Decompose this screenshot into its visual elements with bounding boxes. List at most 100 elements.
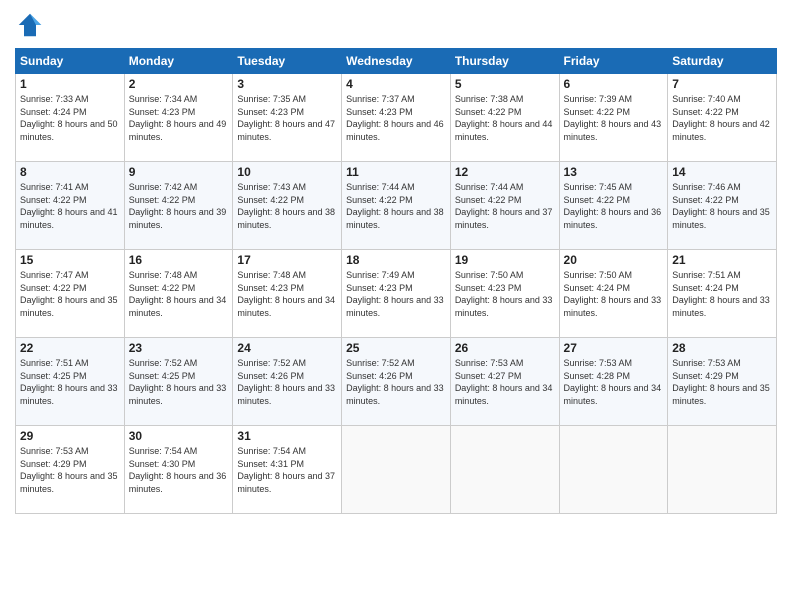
weekday-header-friday: Friday xyxy=(559,49,668,74)
day-info: Sunrise: 7:33 AMSunset: 4:24 PMDaylight:… xyxy=(20,94,118,142)
calendar-cell: 18 Sunrise: 7:49 AMSunset: 4:23 PMDaylig… xyxy=(342,250,451,338)
calendar-cell xyxy=(450,426,559,514)
day-info: Sunrise: 7:48 AMSunset: 4:23 PMDaylight:… xyxy=(237,270,335,318)
day-info: Sunrise: 7:52 AMSunset: 4:25 PMDaylight:… xyxy=(129,358,227,406)
calendar-cell: 9 Sunrise: 7:42 AMSunset: 4:22 PMDayligh… xyxy=(124,162,233,250)
calendar-cell: 25 Sunrise: 7:52 AMSunset: 4:26 PMDaylig… xyxy=(342,338,451,426)
calendar-week-5: 29 Sunrise: 7:53 AMSunset: 4:29 PMDaylig… xyxy=(16,426,777,514)
calendar-cell: 14 Sunrise: 7:46 AMSunset: 4:22 PMDaylig… xyxy=(668,162,777,250)
calendar-cell: 26 Sunrise: 7:53 AMSunset: 4:27 PMDaylig… xyxy=(450,338,559,426)
calendar-cell: 31 Sunrise: 7:54 AMSunset: 4:31 PMDaylig… xyxy=(233,426,342,514)
day-number: 28 xyxy=(672,341,772,355)
calendar-cell: 8 Sunrise: 7:41 AMSunset: 4:22 PMDayligh… xyxy=(16,162,125,250)
day-info: Sunrise: 7:53 AMSunset: 4:29 PMDaylight:… xyxy=(20,446,118,494)
day-info: Sunrise: 7:54 AMSunset: 4:31 PMDaylight:… xyxy=(237,446,335,494)
day-info: Sunrise: 7:44 AMSunset: 4:22 PMDaylight:… xyxy=(455,182,553,230)
calendar-week-1: 1 Sunrise: 7:33 AMSunset: 4:24 PMDayligh… xyxy=(16,74,777,162)
day-number: 23 xyxy=(129,341,229,355)
calendar-cell: 22 Sunrise: 7:51 AMSunset: 4:25 PMDaylig… xyxy=(16,338,125,426)
day-info: Sunrise: 7:51 AMSunset: 4:25 PMDaylight:… xyxy=(20,358,118,406)
day-info: Sunrise: 7:51 AMSunset: 4:24 PMDaylight:… xyxy=(672,270,770,318)
calendar-table: SundayMondayTuesdayWednesdayThursdayFrid… xyxy=(15,48,777,514)
day-info: Sunrise: 7:45 AMSunset: 4:22 PMDaylight:… xyxy=(564,182,662,230)
day-number: 20 xyxy=(564,253,664,267)
day-info: Sunrise: 7:52 AMSunset: 4:26 PMDaylight:… xyxy=(346,358,444,406)
day-info: Sunrise: 7:35 AMSunset: 4:23 PMDaylight:… xyxy=(237,94,335,142)
weekday-header-monday: Monday xyxy=(124,49,233,74)
weekday-header-saturday: Saturday xyxy=(668,49,777,74)
day-info: Sunrise: 7:44 AMSunset: 4:22 PMDaylight:… xyxy=(346,182,444,230)
day-info: Sunrise: 7:37 AMSunset: 4:23 PMDaylight:… xyxy=(346,94,444,142)
day-info: Sunrise: 7:34 AMSunset: 4:23 PMDaylight:… xyxy=(129,94,227,142)
day-info: Sunrise: 7:50 AMSunset: 4:24 PMDaylight:… xyxy=(564,270,662,318)
calendar-cell xyxy=(559,426,668,514)
calendar-cell: 27 Sunrise: 7:53 AMSunset: 4:28 PMDaylig… xyxy=(559,338,668,426)
day-number: 11 xyxy=(346,165,446,179)
day-number: 4 xyxy=(346,77,446,91)
weekday-header-tuesday: Tuesday xyxy=(233,49,342,74)
calendar-cell: 5 Sunrise: 7:38 AMSunset: 4:22 PMDayligh… xyxy=(450,74,559,162)
calendar-cell: 20 Sunrise: 7:50 AMSunset: 4:24 PMDaylig… xyxy=(559,250,668,338)
day-info: Sunrise: 7:54 AMSunset: 4:30 PMDaylight:… xyxy=(129,446,227,494)
day-number: 29 xyxy=(20,429,120,443)
day-number: 21 xyxy=(672,253,772,267)
calendar-cell: 4 Sunrise: 7:37 AMSunset: 4:23 PMDayligh… xyxy=(342,74,451,162)
day-number: 22 xyxy=(20,341,120,355)
calendar-cell: 3 Sunrise: 7:35 AMSunset: 4:23 PMDayligh… xyxy=(233,74,342,162)
day-info: Sunrise: 7:53 AMSunset: 4:29 PMDaylight:… xyxy=(672,358,770,406)
day-number: 24 xyxy=(237,341,337,355)
calendar-cell: 23 Sunrise: 7:52 AMSunset: 4:25 PMDaylig… xyxy=(124,338,233,426)
day-number: 5 xyxy=(455,77,555,91)
calendar-body: 1 Sunrise: 7:33 AMSunset: 4:24 PMDayligh… xyxy=(16,74,777,514)
day-number: 7 xyxy=(672,77,772,91)
calendar-week-4: 22 Sunrise: 7:51 AMSunset: 4:25 PMDaylig… xyxy=(16,338,777,426)
calendar-cell xyxy=(342,426,451,514)
calendar-cell: 21 Sunrise: 7:51 AMSunset: 4:24 PMDaylig… xyxy=(668,250,777,338)
calendar-cell: 15 Sunrise: 7:47 AMSunset: 4:22 PMDaylig… xyxy=(16,250,125,338)
calendar-container: SundayMondayTuesdayWednesdayThursdayFrid… xyxy=(0,0,792,612)
calendar-cell: 13 Sunrise: 7:45 AMSunset: 4:22 PMDaylig… xyxy=(559,162,668,250)
day-info: Sunrise: 7:48 AMSunset: 4:22 PMDaylight:… xyxy=(129,270,227,318)
calendar-cell: 28 Sunrise: 7:53 AMSunset: 4:29 PMDaylig… xyxy=(668,338,777,426)
day-info: Sunrise: 7:50 AMSunset: 4:23 PMDaylight:… xyxy=(455,270,553,318)
day-info: Sunrise: 7:43 AMSunset: 4:22 PMDaylight:… xyxy=(237,182,335,230)
day-number: 2 xyxy=(129,77,229,91)
day-number: 27 xyxy=(564,341,664,355)
day-number: 1 xyxy=(20,77,120,91)
day-number: 18 xyxy=(346,253,446,267)
calendar-cell: 2 Sunrise: 7:34 AMSunset: 4:23 PMDayligh… xyxy=(124,74,233,162)
day-number: 15 xyxy=(20,253,120,267)
day-info: Sunrise: 7:47 AMSunset: 4:22 PMDaylight:… xyxy=(20,270,118,318)
calendar-week-3: 15 Sunrise: 7:47 AMSunset: 4:22 PMDaylig… xyxy=(16,250,777,338)
day-info: Sunrise: 7:53 AMSunset: 4:27 PMDaylight:… xyxy=(455,358,553,406)
day-info: Sunrise: 7:41 AMSunset: 4:22 PMDaylight:… xyxy=(20,182,118,230)
calendar-cell: 11 Sunrise: 7:44 AMSunset: 4:22 PMDaylig… xyxy=(342,162,451,250)
calendar-cell: 17 Sunrise: 7:48 AMSunset: 4:23 PMDaylig… xyxy=(233,250,342,338)
calendar-week-2: 8 Sunrise: 7:41 AMSunset: 4:22 PMDayligh… xyxy=(16,162,777,250)
logo-icon xyxy=(15,10,45,40)
calendar-cell: 19 Sunrise: 7:50 AMSunset: 4:23 PMDaylig… xyxy=(450,250,559,338)
day-number: 31 xyxy=(237,429,337,443)
calendar-cell: 30 Sunrise: 7:54 AMSunset: 4:30 PMDaylig… xyxy=(124,426,233,514)
day-number: 6 xyxy=(564,77,664,91)
day-info: Sunrise: 7:52 AMSunset: 4:26 PMDaylight:… xyxy=(237,358,335,406)
day-info: Sunrise: 7:49 AMSunset: 4:23 PMDaylight:… xyxy=(346,270,444,318)
logo xyxy=(15,10,49,40)
day-info: Sunrise: 7:53 AMSunset: 4:28 PMDaylight:… xyxy=(564,358,662,406)
weekday-header-sunday: Sunday xyxy=(16,49,125,74)
day-number: 25 xyxy=(346,341,446,355)
day-number: 30 xyxy=(129,429,229,443)
calendar-header-row: SundayMondayTuesdayWednesdayThursdayFrid… xyxy=(16,49,777,74)
day-number: 17 xyxy=(237,253,337,267)
day-number: 16 xyxy=(129,253,229,267)
day-number: 14 xyxy=(672,165,772,179)
day-info: Sunrise: 7:42 AMSunset: 4:22 PMDaylight:… xyxy=(129,182,227,230)
day-number: 3 xyxy=(237,77,337,91)
weekday-header-thursday: Thursday xyxy=(450,49,559,74)
header xyxy=(15,10,777,40)
calendar-cell: 24 Sunrise: 7:52 AMSunset: 4:26 PMDaylig… xyxy=(233,338,342,426)
day-number: 19 xyxy=(455,253,555,267)
day-number: 10 xyxy=(237,165,337,179)
calendar-cell: 12 Sunrise: 7:44 AMSunset: 4:22 PMDaylig… xyxy=(450,162,559,250)
calendar-cell: 29 Sunrise: 7:53 AMSunset: 4:29 PMDaylig… xyxy=(16,426,125,514)
